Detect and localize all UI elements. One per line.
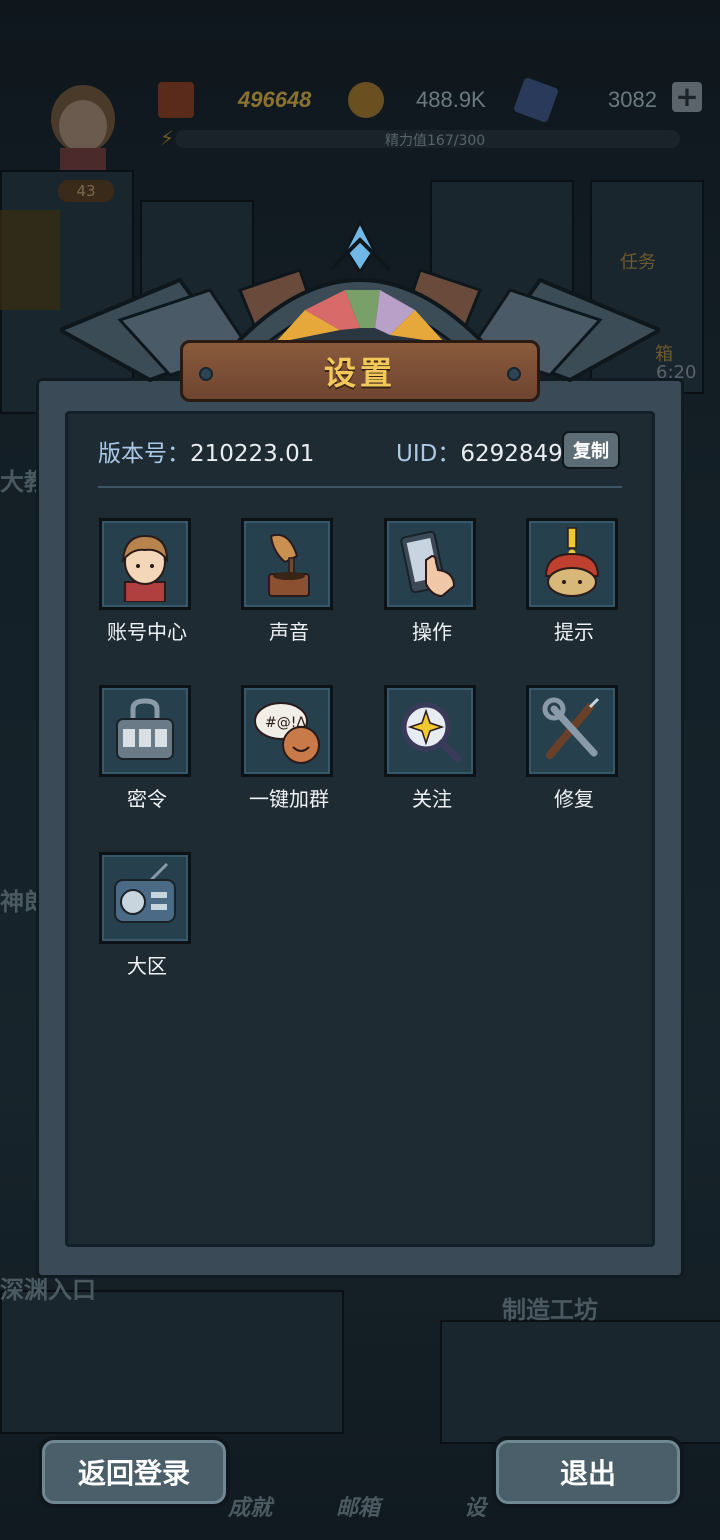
nav-mail[interactable]: 邮箱 — [336, 1490, 380, 1522]
gold-value: 496648 — [238, 87, 312, 112]
divider — [98, 486, 622, 488]
tips-tile[interactable] — [526, 518, 618, 610]
settings-item-label: 声音 — [269, 620, 309, 644]
settings-item-label: 一键加群 — [249, 787, 329, 811]
energy-text: 精力值167/300 — [385, 133, 486, 149]
settings-item-account[interactable]: 账号中心 — [99, 518, 195, 645]
gem-crystal-icon — [512, 76, 560, 124]
back-to-login-button[interactable]: 返回登录 — [38, 1436, 230, 1508]
gramophone-icon — [268, 534, 310, 597]
alert-helmet-icon — [544, 527, 600, 597]
settings-item-follow[interactable]: 关注 — [384, 685, 480, 812]
uid-info: UID：6292849 — [396, 434, 563, 468]
plate-rivet — [507, 367, 521, 381]
chat-bubble-icon: #@!Δ — [254, 702, 320, 764]
settings-item-label: 大区 — [127, 954, 167, 978]
settings-item-label: 账号中心 — [107, 620, 187, 644]
phone-touch-icon — [400, 530, 456, 598]
level-badge: 43 — [58, 180, 114, 202]
settings-item-join-group[interactable]: #@!Δ 一键加群 — [241, 685, 337, 812]
magnifier-star-icon — [401, 702, 462, 763]
gold-resource: 496648 — [158, 80, 311, 120]
panel-title: 设置 — [323, 354, 396, 392]
workshop-label[interactable]: 制造工坊 — [502, 1290, 598, 1325]
settings-item-label: 修复 — [554, 787, 594, 811]
background-building — [440, 1320, 720, 1444]
uid-value: 6292849 — [460, 441, 563, 467]
account-icon — [121, 534, 169, 602]
trophy-banner-icon — [158, 82, 194, 118]
settings-item-label: 关注 — [412, 787, 452, 811]
coin-resource: 488.9K — [348, 80, 486, 120]
controls-tile[interactable] — [384, 518, 476, 610]
settings-item-passcode[interactable]: 密令 — [99, 685, 195, 812]
repair-tile[interactable] — [526, 685, 618, 777]
wrench-screwdriver-icon — [542, 697, 600, 759]
plate-rivet — [199, 367, 213, 381]
version-info: 版本号：210223.01 — [98, 434, 314, 468]
uid-label: UID： — [396, 441, 461, 467]
panel-title-plate: 设置 — [180, 340, 540, 402]
version-label: 版本号： — [98, 441, 190, 467]
settings-item-tips[interactable]: 提示 — [526, 518, 622, 645]
settings-item-label: 密令 — [127, 787, 167, 811]
passcode-tile[interactable] — [99, 685, 191, 777]
account-tile[interactable] — [99, 518, 191, 610]
join-group-tile[interactable]: #@!Δ — [241, 685, 333, 777]
nav-settings[interactable]: 设 — [464, 1490, 486, 1522]
nav-achievement[interactable]: 成就 — [228, 1490, 272, 1522]
gem-resource: 3082 — [512, 76, 657, 124]
version-value: 210223.01 — [190, 441, 315, 467]
sound-tile[interactable] — [241, 518, 333, 610]
background-building — [0, 1290, 344, 1434]
settings-item-label: 操作 — [412, 620, 452, 644]
coin-value: 488.9K — [416, 87, 486, 112]
copy-uid-button[interactable]: 复制 — [562, 431, 620, 469]
settings-panel — [36, 378, 684, 1278]
settings-item-repair[interactable]: 修复 — [526, 685, 622, 812]
region-tile[interactable] — [99, 852, 191, 944]
lock-code-icon — [116, 698, 174, 760]
settings-item-controls[interactable]: 操作 — [384, 518, 480, 645]
lit-window — [0, 210, 60, 310]
settings-item-sound[interactable]: 声音 — [241, 518, 337, 645]
exit-button[interactable]: 退出 — [492, 1436, 684, 1508]
add-gem-button[interactable]: + — [672, 82, 702, 112]
settings-item-region[interactable]: 大区 — [99, 852, 195, 979]
coin-icon — [348, 82, 384, 118]
lightning-icon: ⚡ — [160, 126, 175, 150]
settings-item-label: 提示 — [554, 620, 594, 644]
radio-icon — [114, 862, 176, 923]
follow-tile[interactable] — [384, 685, 476, 777]
gem-value: 3082 — [608, 87, 657, 112]
